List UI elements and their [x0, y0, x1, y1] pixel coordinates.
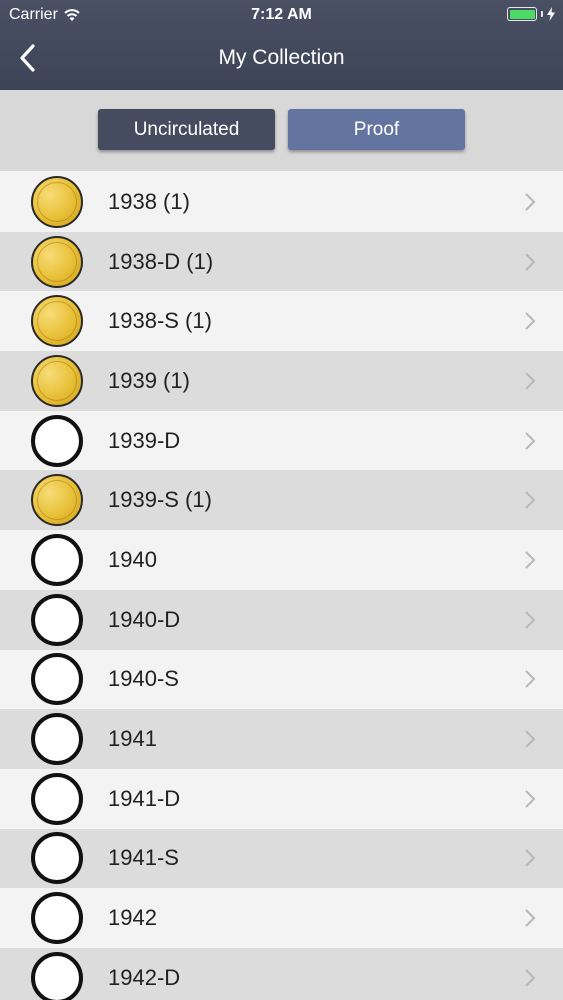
chevron-right-icon: [525, 730, 536, 748]
page-title: My Collection: [218, 46, 345, 69]
coin-empty-icon: [31, 713, 83, 766]
segmented-control: Uncirculated Proof: [0, 90, 563, 171]
list-item-label: 1941-S: [108, 845, 179, 871]
battery: [507, 7, 555, 21]
coin-empty-icon: [31, 772, 83, 825]
chevron-right-icon: [525, 312, 536, 330]
list-item[interactable]: 1938 (1): [0, 172, 563, 232]
nav-bar: My Collection: [0, 30, 563, 90]
list-item[interactable]: 1939-S (1): [0, 470, 563, 531]
battery-icon: [507, 7, 537, 21]
coin-empty-icon: [31, 414, 83, 467]
status-bar: Carrier 7:12 AM: [0, 0, 563, 30]
status-time: 7:12 AM: [251, 6, 312, 23]
list-item[interactable]: 1939-D: [0, 410, 563, 471]
chevron-right-icon: [525, 491, 536, 509]
chevron-right-icon: [525, 610, 536, 629]
coin-empty-icon: [31, 892, 83, 945]
coin-filled-icon: [31, 295, 83, 348]
coin-empty-icon: [31, 533, 83, 586]
coin-empty-icon: [31, 951, 83, 1000]
chevron-right-icon: [525, 252, 536, 271]
list-item[interactable]: 1941-D: [0, 768, 563, 829]
list-item-label: 1940-S: [108, 666, 179, 692]
coin-filled-icon: [31, 175, 83, 228]
list-item-label: 1939-S (1): [108, 487, 212, 513]
list-item[interactable]: 1941-S: [0, 828, 563, 889]
list-item-label: 1942: [108, 905, 157, 931]
segment-proof[interactable]: Proof: [288, 109, 465, 150]
charging-bolt-icon: [547, 7, 555, 21]
chevron-right-icon: [525, 969, 536, 987]
coin-filled-icon: [31, 235, 83, 288]
list-item-label: 1942-D: [108, 964, 181, 990]
list-item[interactable]: 1940-S: [0, 649, 563, 710]
coin-filled-icon: [31, 354, 83, 407]
list-item[interactable]: 1942: [0, 888, 563, 948]
list-item-label: 1940: [108, 546, 157, 572]
list-item-label: 1939-D: [108, 427, 181, 453]
chevron-right-icon: [525, 193, 536, 211]
list-item-label: 1938-S (1): [108, 308, 212, 334]
list-item-label: 1941: [108, 726, 157, 752]
chevron-right-icon: [525, 670, 536, 689]
list-item[interactable]: 1938-D (1): [0, 231, 563, 292]
list-item[interactable]: 1940: [0, 530, 563, 590]
chevron-right-icon: [525, 551, 536, 569]
list-item[interactable]: 1942-D: [0, 947, 563, 1000]
list-item-label: 1938 (1): [108, 188, 190, 214]
chevron-right-icon: [525, 431, 536, 450]
coin-empty-icon: [31, 593, 83, 646]
chevron-right-icon: [525, 372, 536, 390]
chevron-right-icon: [525, 909, 536, 927]
list-item[interactable]: 1940-D: [0, 589, 563, 650]
list-item[interactable]: 1939 (1): [0, 351, 563, 411]
list-item[interactable]: 1941: [0, 709, 563, 769]
list-item-label: 1941-D: [108, 785, 181, 811]
chevron-right-icon: [525, 790, 536, 808]
coin-empty-icon: [31, 832, 83, 885]
coin-filled-icon: [31, 474, 83, 527]
segment-uncirculated[interactable]: Uncirculated: [98, 109, 275, 150]
list-item-label: 1939 (1): [108, 367, 190, 393]
chevron-right-icon: [525, 849, 536, 868]
coin-list: 1938 (1) 1938-D (1) 1938-S (1) 1939 (1) 1939…: [0, 172, 563, 1000]
list-item-label: 1938-D (1): [108, 248, 214, 274]
coin-empty-icon: [31, 653, 83, 706]
list-item-label: 1940-D: [108, 606, 181, 632]
top-bar: Carrier 7:12 AM My Collection: [0, 0, 563, 90]
list-item[interactable]: 1938-S (1): [0, 291, 563, 352]
